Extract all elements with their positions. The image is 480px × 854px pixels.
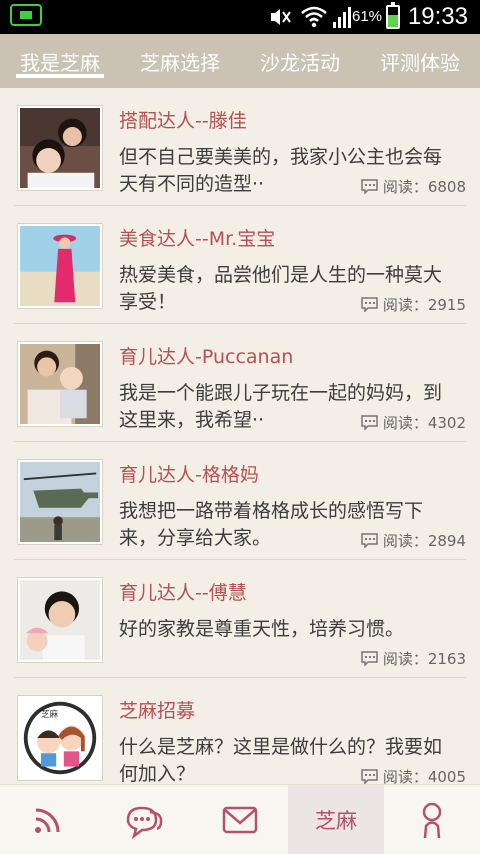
- top-tab-bar: 我是芝麻 芝麻选择 沙龙活动 评测体验: [0, 34, 480, 88]
- status-bar: 61% 19:33: [0, 0, 480, 34]
- comment-icon: [361, 651, 378, 666]
- notification-icon: [10, 4, 42, 26]
- comment-icon: [361, 179, 378, 194]
- bottom-nav: 芝麻: [0, 784, 480, 854]
- signal-icon: [333, 7, 351, 28]
- read-count: 阅读：6808: [354, 176, 466, 197]
- read-count-text: 阅读：2163: [382, 650, 466, 668]
- expert-list: 搭配达人--滕佳 但不自己要美美的，我家小公主也会每天有不同的造型·· 阅读：6…: [0, 88, 480, 784]
- vibrate-mute-icon: [271, 9, 291, 25]
- read-count-text: 阅读：4005: [382, 768, 466, 784]
- comment-icon: [361, 769, 378, 784]
- item-title: 育儿达人-格格妈: [119, 464, 259, 486]
- list-item[interactable]: 搭配达人--滕佳 但不自己要美美的，我家小公主也会每天有不同的造型·· 阅读：6…: [0, 88, 480, 206]
- read-count-text: 阅读：4302: [382, 414, 466, 432]
- nav-zhima-label: 芝麻: [315, 808, 357, 833]
- cartoon-couple-badge: 芝麻: [20, 698, 100, 778]
- avatar: [18, 342, 102, 426]
- chat-bubbles-icon: [126, 806, 163, 839]
- battery-icon: [386, 2, 400, 29]
- nav-mail[interactable]: [192, 785, 288, 854]
- avatar: [18, 578, 102, 662]
- read-count-text: 阅读：6808: [382, 178, 466, 196]
- list-item[interactable]: 育儿达人-Puccanan 我是一个能跟儿子玩在一起的妈妈，到这里来，我希望··…: [0, 324, 480, 442]
- pink-dress-beach-photo: [20, 226, 100, 306]
- tab-me-zhima[interactable]: 我是芝麻: [0, 34, 120, 88]
- rss-feed-icon: [35, 808, 60, 833]
- item-title: 育儿达人--傅慧: [119, 582, 247, 604]
- item-description: 好的家教是尊重天性，培养习惯。: [119, 618, 405, 640]
- read-count-text: 阅读：2894: [382, 532, 466, 550]
- helicopter-photo: [20, 462, 100, 542]
- list-item[interactable]: 育儿达人-格格妈 我想把一路带着格格成长的感悟写下来，分享给大家。 阅读：289…: [0, 442, 480, 560]
- mother-baby-photo: [20, 580, 100, 660]
- mother-daughter-photo: [20, 108, 100, 188]
- avatar: [18, 460, 102, 544]
- read-count: 阅读：4302: [354, 412, 466, 433]
- badge-text: 芝麻: [41, 708, 59, 720]
- battery-percent: 61%: [352, 8, 383, 25]
- avatar: 芝麻: [18, 696, 102, 780]
- nav-profile[interactable]: [384, 785, 480, 854]
- comment-icon: [361, 533, 378, 548]
- nav-zhima[interactable]: 芝麻: [288, 785, 384, 854]
- comment-icon: [361, 415, 378, 430]
- tab-zhima-selection[interactable]: 芝麻选择: [120, 34, 240, 88]
- tab-review-trial[interactable]: 评测体验: [360, 34, 480, 88]
- profile-icon: [422, 802, 442, 838]
- read-count: 阅读：2163: [354, 648, 466, 669]
- comment-icon: [361, 297, 378, 312]
- list-item[interactable]: 芝麻 芝麻招募 什么是芝麻？这里是做什么的？我要如何加入？ 阅读：4005: [0, 678, 480, 784]
- avatar: [18, 106, 102, 190]
- read-count-text: 阅读：2915: [382, 296, 466, 314]
- read-count: 阅读：2894: [354, 530, 466, 551]
- clock: 19:33: [407, 3, 468, 30]
- read-count: 阅读：4005: [354, 766, 466, 784]
- nav-chat[interactable]: [96, 785, 192, 854]
- item-title: 搭配达人--滕佳: [119, 110, 247, 132]
- tab-salon-events[interactable]: 沙龙活动: [240, 34, 360, 88]
- list-item[interactable]: 美食达人--Mr.宝宝 热爱美食，品尝他们是人生的一种莫大享受！ 阅读：2915: [0, 206, 480, 324]
- nav-feed[interactable]: [0, 785, 96, 854]
- item-title: 育儿达人-Puccanan: [119, 346, 294, 368]
- item-title: 美食达人--Mr.宝宝: [119, 228, 276, 250]
- item-title: 芝麻招募: [119, 700, 196, 722]
- mail-icon: [222, 806, 258, 833]
- mother-son-photo: [20, 344, 100, 424]
- avatar: [18, 224, 102, 308]
- list-item[interactable]: 育儿达人--傅慧 好的家教是尊重天性，培养习惯。 阅读：2163: [0, 560, 480, 678]
- wifi-icon: [301, 6, 327, 28]
- read-count: 阅读：2915: [354, 294, 466, 315]
